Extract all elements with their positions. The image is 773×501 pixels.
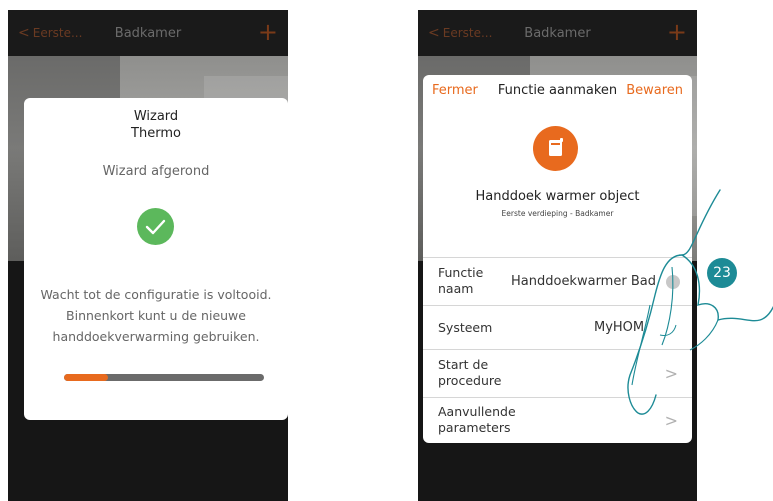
wizard-title-line1: Wizard [133,109,179,124]
check-circle-icon [137,208,174,245]
progress-bar [64,374,264,381]
row-label: Systeem [438,320,493,335]
wizard-message: Wacht tot de configuratie is voltooid. B… [40,287,272,344]
row-label: Aanvullende parameters [438,404,516,435]
row-label: Functie naam [438,265,484,296]
close-button[interactable]: Fermer [432,83,478,98]
navbar: < Eerste... Badkamer + [8,10,288,56]
card-header: Functie aanmaken Fermer Bewaren [423,83,692,103]
plus-icon[interactable]: + [258,18,278,46]
left-phone-screen: < Eerste... Badkamer + Wizard Thermo Wiza… [8,10,288,501]
step-number-badge: 23 [707,258,737,288]
wizard-title-line2: Thermo [131,126,181,141]
wizard-status: Wizard afgerond [102,164,210,179]
nav-title: Badkamer [524,26,591,41]
pointing-hand-icon [627,189,773,415]
wizard-dialog: Wizard Thermo Wizard afgerond Wacht tot … [24,98,288,420]
navbar: < Eerste... Badkamer + [418,10,697,56]
towel-warmer-icon [533,126,578,171]
nav-title: Badkamer [114,26,182,41]
row-label: Start de procedure [438,357,502,388]
save-button[interactable]: Bewaren [626,83,683,98]
progress-fill [64,374,108,381]
wizard-title: Wizard Thermo [24,108,288,142]
plus-icon[interactable]: + [667,18,687,46]
